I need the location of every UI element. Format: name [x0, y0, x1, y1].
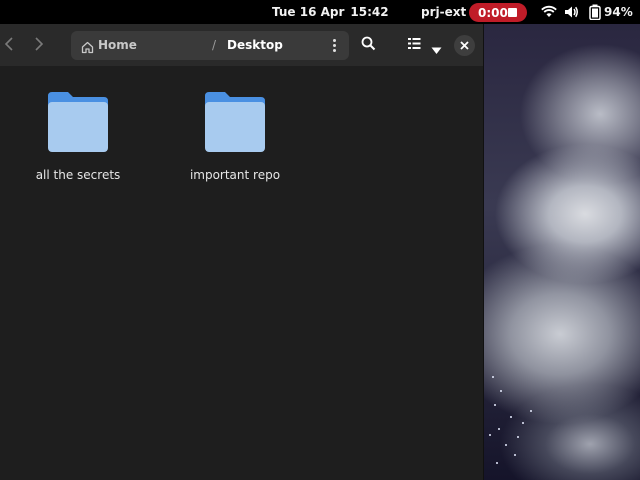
file-manager-window: Home / Desktop all the secrets important… [0, 24, 484, 480]
clock-date: Tue 16 Apr [272, 5, 345, 19]
battery-percentage: 94% [604, 5, 633, 19]
folder-item[interactable]: all the secrets [18, 90, 138, 182]
kebab-menu-icon[interactable] [333, 39, 337, 53]
dropdown-arrow-icon[interactable] [431, 40, 442, 59]
path-bar[interactable]: Home / Desktop [71, 31, 349, 60]
folder-label: important repo [189, 168, 281, 182]
wallpaper-star [510, 416, 512, 418]
header-bar: Home / Desktop [0, 24, 483, 66]
list-view-icon[interactable] [408, 36, 421, 55]
wallpaper-star [492, 376, 494, 378]
wallpaper-star [530, 410, 532, 412]
search-icon[interactable] [361, 36, 376, 55]
workspace-indicator[interactable]: prj-ext [421, 5, 466, 19]
close-icon[interactable] [454, 35, 475, 56]
wallpaper-star [522, 422, 524, 424]
wallpaper-star [496, 462, 498, 464]
folder-label: all the secrets [35, 168, 121, 182]
screen-recording-indicator[interactable]: 0:00 [469, 3, 527, 22]
wallpaper-star [498, 428, 500, 430]
folder-icon [205, 92, 265, 152]
clock[interactable]: Tue 16 Apr 15:42 [272, 5, 389, 19]
wallpaper-star [489, 434, 491, 436]
clock-time: 15:42 [350, 5, 389, 19]
battery-icon[interactable] [588, 4, 602, 23]
wallpaper-star [494, 404, 496, 406]
wifi-icon[interactable] [541, 4, 557, 23]
file-view[interactable]: all the secrets important repo [0, 66, 483, 480]
breadcrumb-separator: / [212, 38, 217, 52]
breadcrumb-home[interactable]: Home [98, 38, 137, 52]
stop-recording-icon[interactable] [508, 8, 517, 17]
wallpaper-star [517, 436, 519, 438]
forward-icon[interactable] [30, 36, 48, 54]
wallpaper-star [500, 390, 502, 392]
top-bar: Tue 16 Apr 15:42 prj-ext 0:00 94% [0, 0, 640, 24]
back-icon[interactable] [0, 36, 18, 54]
folder-icon [48, 92, 108, 152]
wallpaper-star [505, 444, 507, 446]
home-icon[interactable] [81, 39, 94, 58]
breadcrumb-current[interactable]: Desktop [227, 38, 283, 52]
volume-icon[interactable] [563, 4, 579, 23]
folder-item[interactable]: important repo [175, 90, 295, 182]
recording-time: 0:00 [478, 5, 508, 20]
wallpaper-star [514, 454, 516, 456]
